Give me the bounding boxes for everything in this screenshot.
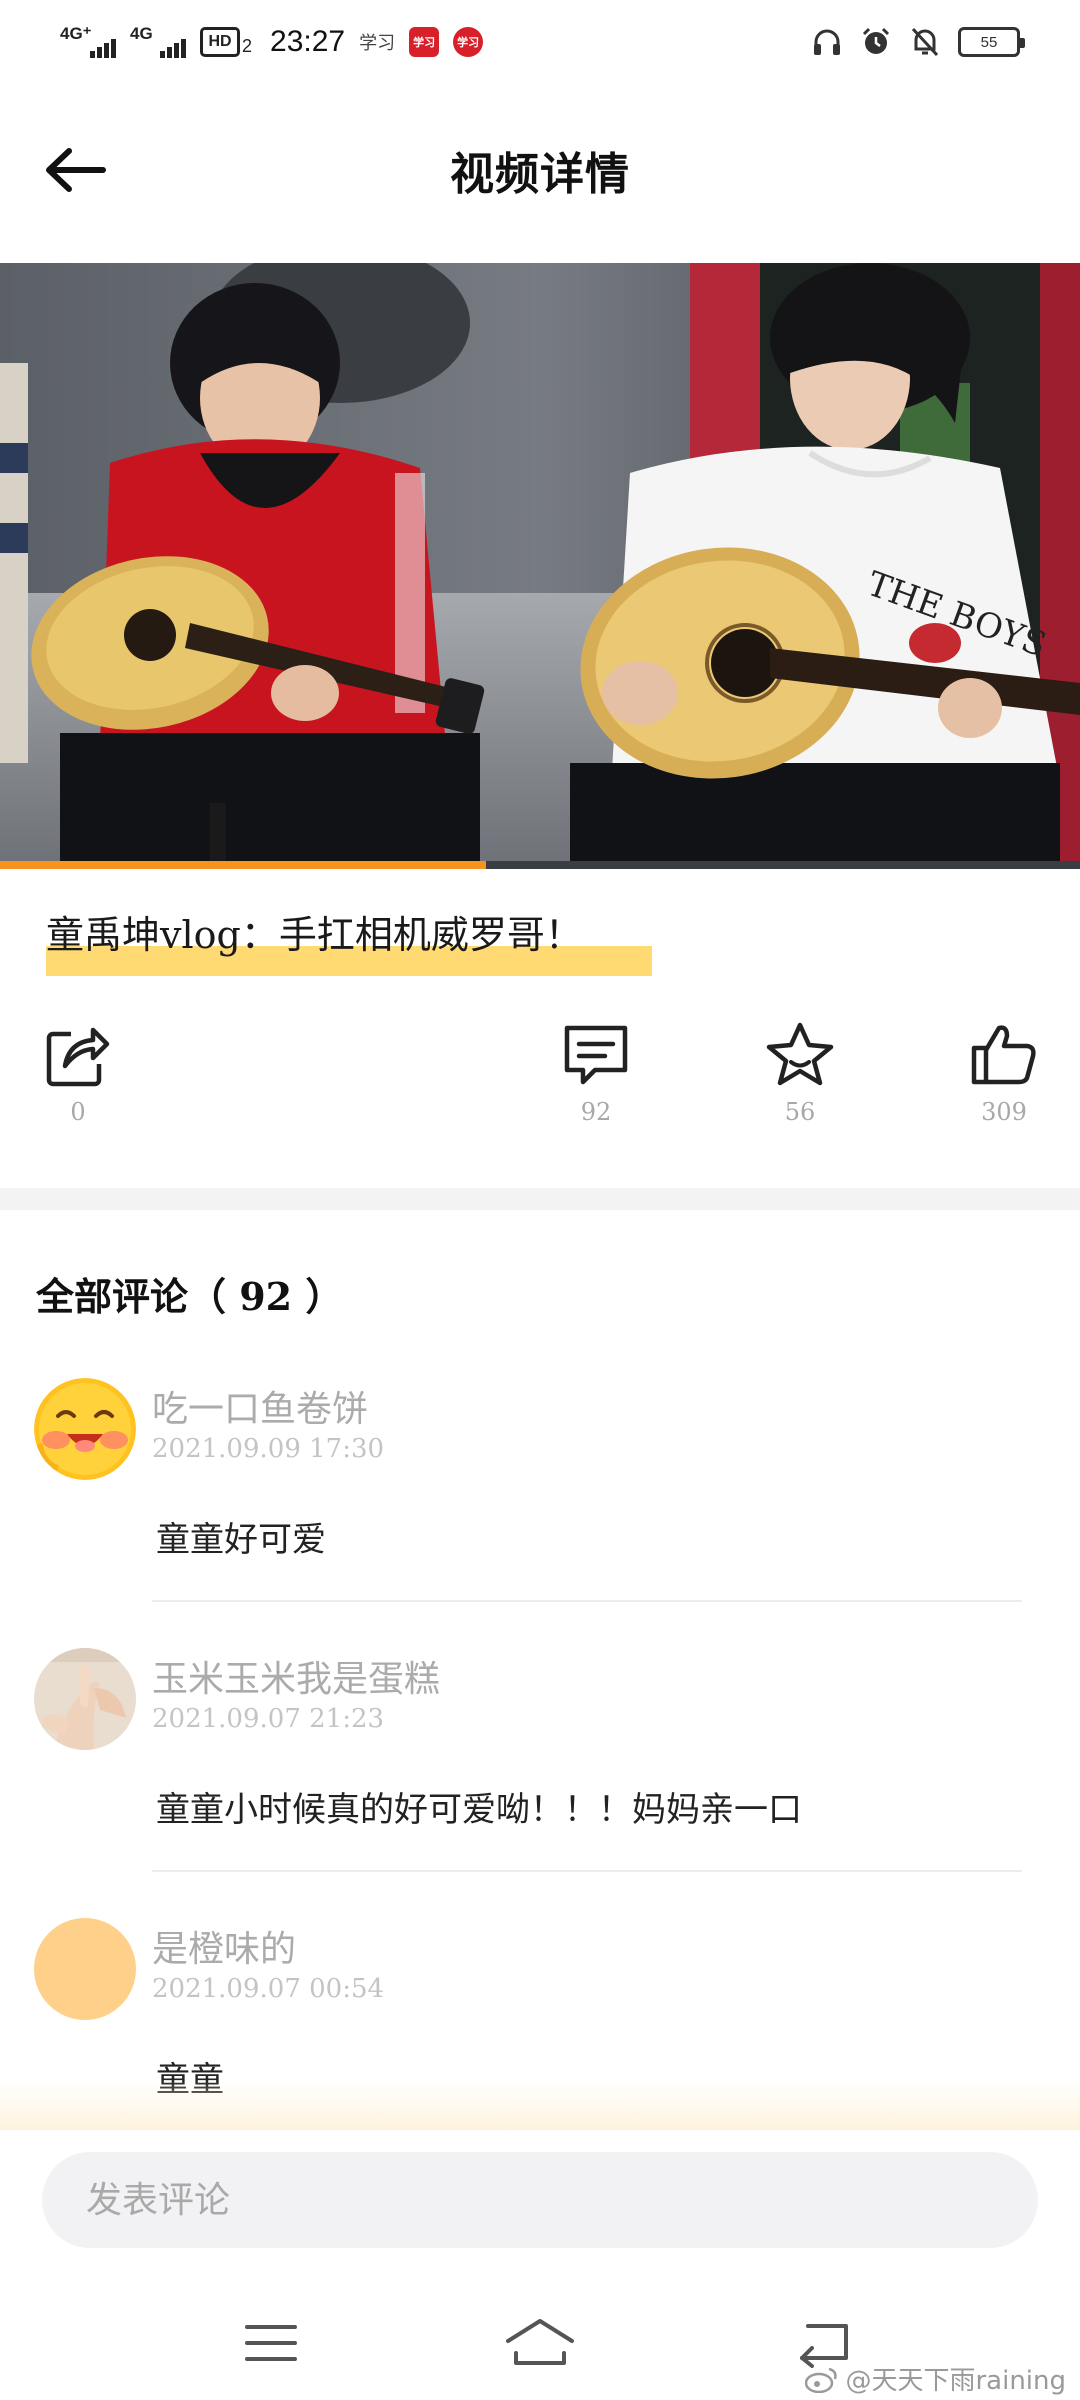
watermark: @天天下雨raining [805,2360,1066,2397]
hd-sub: 2 [242,36,253,56]
list-fade [0,2080,1080,2130]
xuexi-round-badge-icon: 学习 [453,27,484,57]
video-title: 童禹坤vlog：手扛相机威罗哥！ [46,913,583,957]
comment-author[interactable]: 吃一口鱼卷饼 [152,1380,368,1432]
hd-badge: HD [200,27,240,57]
comment-button[interactable]: 92 [536,1020,656,1126]
like-count: 309 [981,1098,1027,1126]
battery-level: 55 [980,33,998,51]
menu-button[interactable] [231,2310,311,2376]
system-nav-bar: @天天下雨raining [0,2280,1080,2400]
comment-count: 92 [580,1098,612,1126]
hd-voice-indicator: HD 2 [200,27,252,57]
blushing-emoji-avatar[interactable] [34,1378,136,1480]
comment-input-bar [0,2130,1080,2266]
comment-separator [152,1870,1022,1872]
share-icon [46,1027,110,1087]
comment-input[interactable] [42,2152,1038,2248]
xuexi-app-badge-icon: 学习 [409,27,440,57]
video-frame-image: THE BOYS [0,263,1080,869]
status-left: 4G⁺ 4G HD 2 23:27 学习 学习 学习 [60,20,484,64]
watermark-text: @天天下雨raining [845,2366,1066,2396]
alarm-icon [862,27,890,54]
orange-circle-avatar[interactable] [34,1918,136,2020]
video-player[interactable]: THE BOYS [0,263,1080,869]
app-header: 视频详情 [0,100,1080,240]
status-bar: 4G⁺ 4G HD 2 23:27 学习 学习 学习 55 [0,0,1080,80]
cellular-signal-2-icon: 4G [130,24,186,60]
comment-text: 童童好可爱 [156,1520,326,1560]
star-icon [766,1022,834,1086]
comment-time: 2021.09.07 21:23 [152,1704,385,1734]
battery-icon: 55 [958,27,1025,57]
comment-icon [564,1025,628,1085]
hands-photo-avatar[interactable] [34,1648,136,1750]
home-button[interactable] [500,2310,580,2376]
video-title-block: 童禹坤vlog：手扛相机威罗哥！ [46,904,652,976]
menu-icon [245,2325,297,2361]
weibo-logo-icon [805,2367,838,2393]
xuexi-notification-icon: 学习 [359,33,396,54]
comment-author[interactable]: 玉米玉米我是蛋糕 [152,1650,440,1702]
favorite-button[interactable]: 56 [740,1020,860,1126]
comment-time: 2021.09.09 17:30 [152,1434,385,1464]
comment-text: 童童小时候真的好可爱呦！！！妈妈亲一口 [156,1790,802,1830]
home-icon [506,2319,574,2365]
share-button[interactable]: 0 [18,1020,138,1126]
cellular-signal-1-icon: 4G⁺ [60,24,116,60]
thumbs-up-icon [971,1025,1036,1085]
section-divider [0,1188,1080,1210]
bell-muted-icon [911,27,939,57]
video-progress-bar[interactable] [0,861,1080,869]
comments-header: 全部评论（ 92 ） [36,1274,344,1319]
status-right: 55 [812,22,1025,62]
action-bar: 0 92 56 309 [0,1020,1080,1150]
favorite-count: 56 [784,1098,816,1126]
status-time: 23:27 [270,25,346,58]
headphones-icon [814,29,840,55]
comment-time: 2021.09.07 00:54 [152,1974,385,2004]
share-count: 0 [70,1098,86,1126]
comment-author[interactable]: 是橙味的 [152,1920,296,1972]
like-button[interactable]: 309 [944,1020,1064,1126]
comment-separator [152,1600,1022,1602]
page-title: 视频详情 [450,149,630,200]
video-progress-fill [0,861,486,869]
